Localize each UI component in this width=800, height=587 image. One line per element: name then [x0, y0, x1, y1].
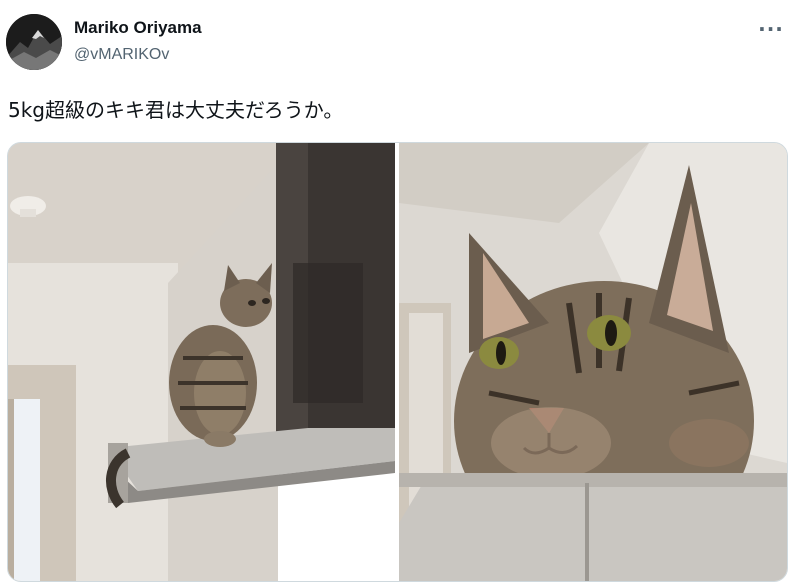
media-grid [7, 142, 788, 582]
cat-closeup-image [399, 143, 787, 581]
cat-on-range-hood-photo[interactable] [8, 143, 395, 581]
more-options-icon[interactable]: ··· [756, 14, 786, 44]
cat-on-range-hood-image [8, 143, 395, 581]
tweet-text: 5kg超級のキキ君は大丈夫だろうか。 [8, 98, 344, 122]
cat-closeup-photo[interactable] [399, 143, 787, 581]
mountain-avatar-icon [6, 14, 62, 70]
tweet-card: Mariko Oriyama @vMARIKOv ··· 5kg超級のキキ君は大… [0, 0, 800, 587]
author-handle[interactable]: @vMARIKOv [74, 46, 169, 64]
avatar[interactable] [6, 14, 62, 70]
author-display-name[interactable]: Mariko Oriyama [74, 18, 202, 38]
